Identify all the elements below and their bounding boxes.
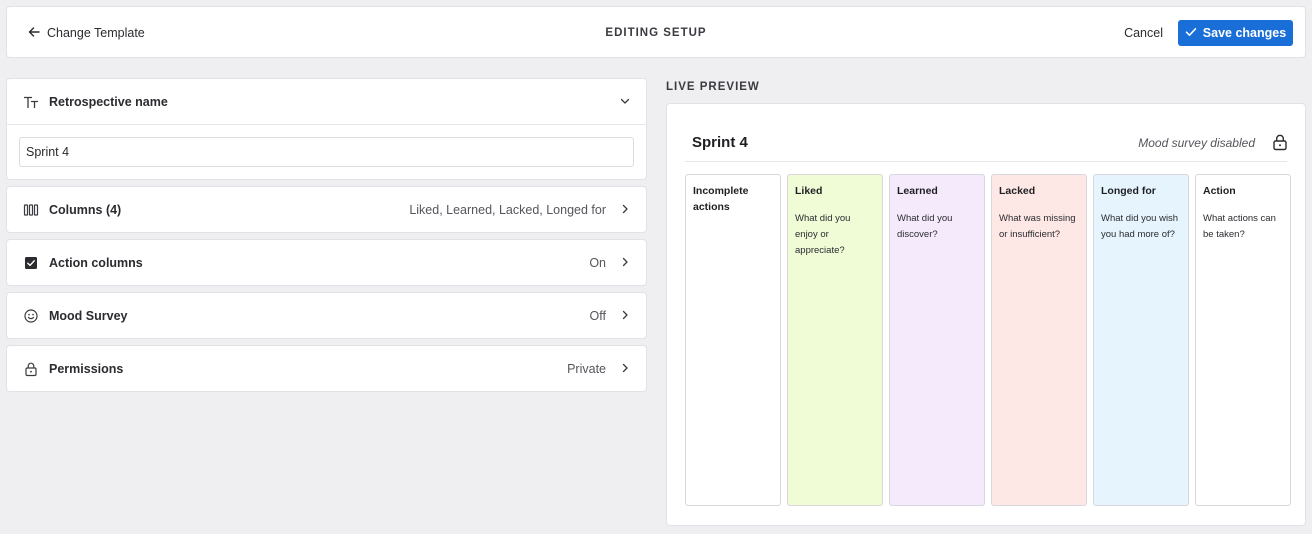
retrospective-name-label: Retrospective name <box>49 94 168 109</box>
columns-icon <box>23 202 39 218</box>
text-size-icon <box>23 94 39 110</box>
preview-column: Action What actions can be taken? <box>1195 174 1291 506</box>
change-template-link[interactable]: Change Template <box>27 7 145 59</box>
action-columns-value: On <box>589 255 606 270</box>
action-columns-panel: Action columns On <box>6 239 647 286</box>
mood-survey-panel: Mood Survey Off <box>6 292 647 339</box>
column-title: Incomplete actions <box>693 185 749 213</box>
column-title: Lacked <box>999 185 1036 197</box>
retrospective-name-panel: Retrospective name <box>6 78 647 180</box>
cancel-button[interactable]: Cancel <box>1124 20 1163 46</box>
columns-row[interactable]: Columns (4) Liked, Learned, Lacked, Long… <box>7 187 646 232</box>
chevron-right-icon <box>620 201 630 219</box>
column-title: Longed for <box>1101 185 1156 197</box>
preview-columns: Incomplete actions Liked What did you en… <box>685 174 1291 506</box>
arrow-left-icon <box>27 25 41 42</box>
preview-column: Incomplete actions <box>685 174 781 506</box>
smiley-icon <box>23 308 39 324</box>
live-preview-label: LIVE PREVIEW <box>666 81 760 93</box>
preview-column: Lacked What was missing or insufficient? <box>991 174 1087 506</box>
mood-survey-value: Off <box>589 308 606 323</box>
lock-icon <box>1271 133 1289 151</box>
columns-label: Columns (4) <box>49 202 122 217</box>
column-description: What did you wish you had more of? <box>1101 213 1179 240</box>
mood-survey-label: Mood Survey <box>49 308 128 323</box>
live-preview-panel: Sprint 4 Mood survey disabled Incomplete… <box>666 103 1306 526</box>
permissions-row[interactable]: Permissions Private <box>7 346 646 391</box>
columns-value: Liked, Learned, Lacked, Longed for <box>409 202 606 217</box>
chevron-right-icon <box>620 254 630 272</box>
divider <box>7 124 646 125</box>
column-description: What did you discover? <box>897 213 953 240</box>
preview-column: Liked What did you enjoy or appreciate? <box>787 174 883 506</box>
checkbox-icon <box>23 255 39 271</box>
preview-title: Sprint 4 <box>692 134 748 151</box>
mood-survey-row[interactable]: Mood Survey Off <box>7 293 646 338</box>
column-title: Action <box>1203 185 1236 197</box>
save-button-label: Save changes <box>1202 26 1287 40</box>
lock-icon <box>23 361 39 377</box>
column-description: What did you enjoy or appreciate? <box>795 213 851 256</box>
permissions-panel: Permissions Private <box>6 345 647 392</box>
column-title: Learned <box>897 185 938 197</box>
column-description: What actions can be taken? <box>1203 213 1276 240</box>
chevron-right-icon <box>620 307 630 325</box>
preview-column: Longed for What did you wish you had mor… <box>1093 174 1189 506</box>
retrospective-name-row[interactable]: Retrospective name <box>7 79 646 124</box>
change-template-label: Change Template <box>47 26 145 40</box>
preview-divider <box>685 161 1287 162</box>
top-bar: Change Template EDITING SETUP Cancel Sav… <box>6 6 1306 58</box>
preview-column: Learned What did you discover? <box>889 174 985 506</box>
mood-survey-status: Mood survey disabled <box>1138 136 1255 150</box>
columns-panel: Columns (4) Liked, Learned, Lacked, Long… <box>6 186 647 233</box>
retrospective-name-input[interactable] <box>19 137 634 167</box>
chevron-right-icon <box>620 360 630 378</box>
permissions-value: Private <box>567 361 606 376</box>
action-columns-label: Action columns <box>49 255 143 270</box>
save-button[interactable]: Save changes <box>1178 20 1293 46</box>
column-title: Liked <box>795 185 823 197</box>
page-title: EDITING SETUP <box>605 27 707 39</box>
column-description: What was missing or insufficient? <box>999 213 1076 240</box>
chevron-down-icon[interactable] <box>620 93 630 111</box>
action-columns-row[interactable]: Action columns On <box>7 240 646 285</box>
check-icon <box>1185 26 1197 41</box>
permissions-label: Permissions <box>49 361 124 376</box>
